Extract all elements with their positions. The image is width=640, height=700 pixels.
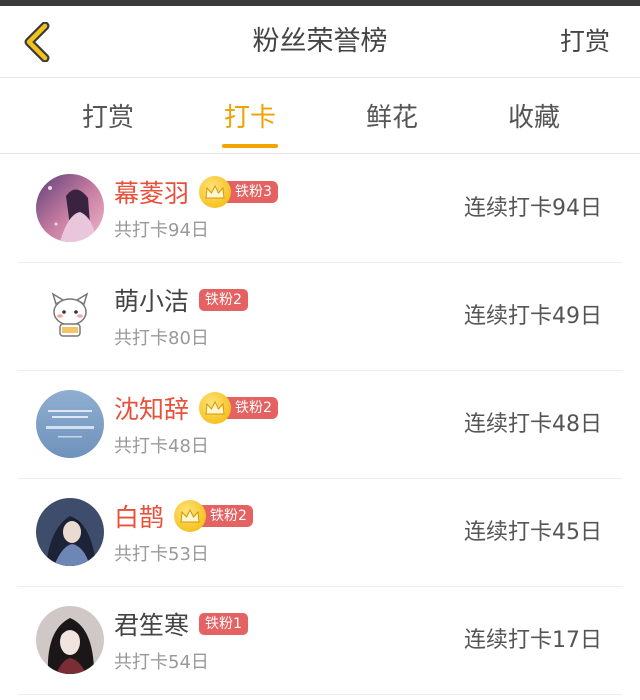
streak-days: 连续打卡45日 xyxy=(464,520,602,545)
total-checkins: 共打卡54日 xyxy=(114,652,209,673)
list-item[interactable]: 白鹊 铁粉2 共打卡53日 连续打卡45日 xyxy=(18,479,622,587)
avatar[interactable] xyxy=(36,498,104,566)
level-label: 铁粉1 xyxy=(199,613,248,635)
list-item[interactable]: 萌小洁 铁粉2 共打卡80日 连续打卡49日 xyxy=(18,263,622,371)
streak-days: 连续打卡49日 xyxy=(464,304,602,329)
fan-level-badge: 铁粉3 xyxy=(199,176,278,208)
tab-checkin[interactable]: 打卡 xyxy=(180,79,320,154)
fan-level-badge: 铁粉2 xyxy=(199,392,278,424)
fan-level-badge: 铁粉2 xyxy=(174,500,253,532)
level-label: 铁粉2 xyxy=(199,289,248,311)
fan-name: 白鹊 xyxy=(114,503,165,532)
streak-days: 连续打卡94日 xyxy=(464,196,602,221)
level-label: 铁粉2 xyxy=(200,505,253,527)
list-item[interactable]: 沈知辞 铁粉2 共打卡48日 连续打卡48日 xyxy=(18,371,622,479)
avatar[interactable] xyxy=(36,282,104,350)
tab-favorites[interactable]: 收藏 xyxy=(464,79,604,154)
avatar[interactable] xyxy=(36,174,104,242)
level-label: 铁粉3 xyxy=(225,181,278,203)
tab-bar: 打赏 打卡 鲜花 收藏 xyxy=(0,79,640,154)
crown-icon xyxy=(199,176,232,208)
total-checkins: 共打卡94日 xyxy=(114,220,209,241)
total-checkins: 共打卡48日 xyxy=(114,436,209,457)
crown-icon xyxy=(199,392,232,424)
tab-flowers[interactable]: 鲜花 xyxy=(322,79,462,154)
tab-reward[interactable]: 打赏 xyxy=(38,79,178,154)
streak-days: 连续打卡48日 xyxy=(464,412,602,437)
avatar[interactable] xyxy=(36,606,104,674)
fan-name: 沈知辞 xyxy=(114,395,190,424)
level-label: 铁粉2 xyxy=(225,397,278,419)
avatar[interactable] xyxy=(36,390,104,458)
reward-link[interactable]: 打赏 xyxy=(560,6,610,78)
fan-name: 幕菱羽 xyxy=(114,179,190,208)
fan-list: 幕菱羽 铁粉3 共打卡94日 连续打卡94日 萌小洁 铁粉2 共打卡80日 连续… xyxy=(18,155,622,695)
total-checkins: 共打卡80日 xyxy=(114,328,209,349)
fan-name: 君笙寒 xyxy=(114,611,190,640)
header-bar: 粉丝荣誉榜 打赏 xyxy=(0,6,640,78)
tab-label: 收藏 xyxy=(507,103,560,133)
crown-icon xyxy=(174,500,207,532)
page-title: 粉丝荣誉榜 xyxy=(252,26,388,57)
total-checkins: 共打卡53日 xyxy=(114,544,209,565)
list-item[interactable]: 幕菱羽 铁粉3 共打卡94日 连续打卡94日 xyxy=(18,155,622,263)
list-item[interactable]: 君笙寒 铁粉1 共打卡54日 连续打卡17日 xyxy=(18,587,622,695)
fan-name: 萌小洁 xyxy=(114,287,190,316)
active-tab-indicator xyxy=(222,144,278,148)
tab-label: 打赏 xyxy=(81,103,134,133)
tab-label: 鲜花 xyxy=(365,103,418,133)
streak-days: 连续打卡17日 xyxy=(464,628,602,653)
